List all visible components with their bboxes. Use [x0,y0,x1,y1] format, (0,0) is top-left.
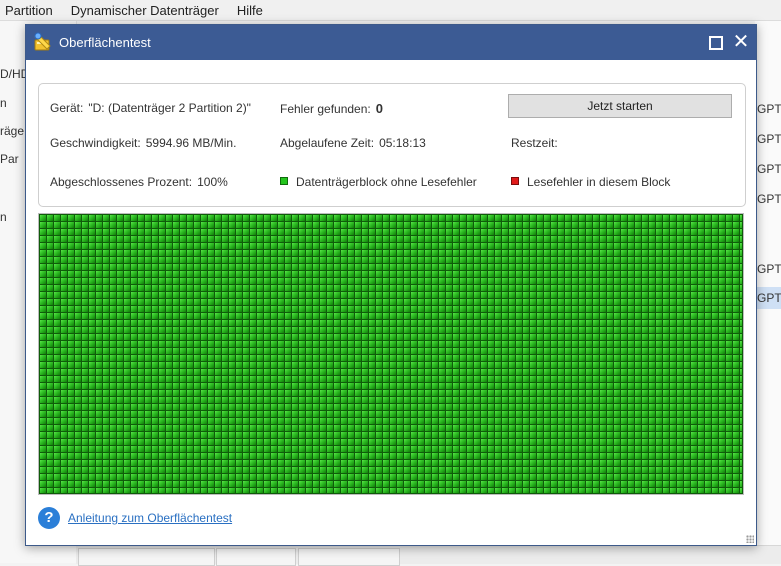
legend-error-label: Lesefehler in diesem Block [527,175,671,189]
device-value: "D: (Datenträger 2 Partition 2)" [88,101,251,115]
surface-test-dialog: Oberflächentest ✕ Gerät: "D: (Datenträger… [25,24,757,546]
legend-error: Lesefehler in diesem Block [511,175,670,189]
block-grid-lines [39,214,743,494]
device-label: Gerät: [50,101,84,115]
device-field: Gerät: "D: (Datenträger 2 Partition 2)" [50,101,251,115]
menu-help[interactable]: Hilfe [229,3,273,18]
side-label-3[interactable]: räge [0,124,24,138]
bottom-cell-3 [298,548,400,566]
errors-label: Fehler gefunden: [280,102,371,116]
surface-test-guide-link[interactable]: Anleitung zum Oberflächentest [68,511,232,525]
menu-dynamic-disk[interactable]: Dynamischer Datenträger [63,3,229,18]
elapsed-value: 05:18:13 [379,136,426,150]
bottom-cell-2 [216,548,296,566]
help-question-icon[interactable]: ? [38,507,60,529]
side-label-2[interactable]: n [0,96,7,110]
gpt-label-6-selected[interactable]: GPT [755,287,781,309]
start-now-button[interactable]: Jetzt starten [508,94,732,118]
maximize-icon [709,36,723,50]
gpt-label-2[interactable]: GPT [757,132,781,146]
errors-value: 0 [375,101,383,116]
gpt-label-1[interactable]: GPT [757,102,781,116]
percent-field: Abgeschlossenes Prozent: 100% [50,175,228,189]
percent-value: 100% [197,175,228,189]
gpt-label-5[interactable]: GPT [757,262,781,276]
gpt-label-3[interactable]: GPT [757,162,781,176]
legend-ok-label: Datenträgerblock ohne Lesefehler [296,175,477,189]
remaining-field: Restzeit: [511,136,563,150]
surface-test-icon [34,32,51,51]
bottom-cell-1 [78,548,215,566]
legend-ok: Datenträgerblock ohne Lesefehler [280,175,477,189]
percent-label: Abgeschlossenes Prozent: [50,175,193,189]
surface-block-grid [38,213,744,495]
errors-field: Fehler gefunden: 0 [280,101,383,116]
resize-grip-icon[interactable] [746,535,754,543]
speed-field: Geschwindigkeit: 5994.96 MB/Min. [50,136,236,150]
dialog-titlebar[interactable]: Oberflächentest ✕ [26,25,756,60]
side-label-4[interactable]: Par [0,152,19,166]
menu-bar: Partition Dynamischer Datenträger Hilfe [0,0,781,21]
elapsed-field: Abgelaufene Zeit: 05:18:13 [280,136,426,150]
speed-label: Geschwindigkeit: [50,136,141,150]
menu-partition[interactable]: Partition [0,3,63,18]
bottom-status-strip [76,545,781,566]
close-button[interactable]: ✕ [732,31,750,53]
maximize-button[interactable] [706,33,724,51]
red-block-icon [511,176,519,185]
remaining-label: Restzeit: [511,136,558,150]
gpt-label-4[interactable]: GPT [757,192,781,206]
close-icon: ✕ [732,31,750,53]
green-block-icon [280,176,288,185]
elapsed-label: Abgelaufene Zeit: [280,136,375,150]
side-label-5[interactable]: n [0,210,7,224]
dialog-title: Oberflächentest [59,35,151,50]
speed-value: 5994.96 MB/Min. [145,136,237,150]
